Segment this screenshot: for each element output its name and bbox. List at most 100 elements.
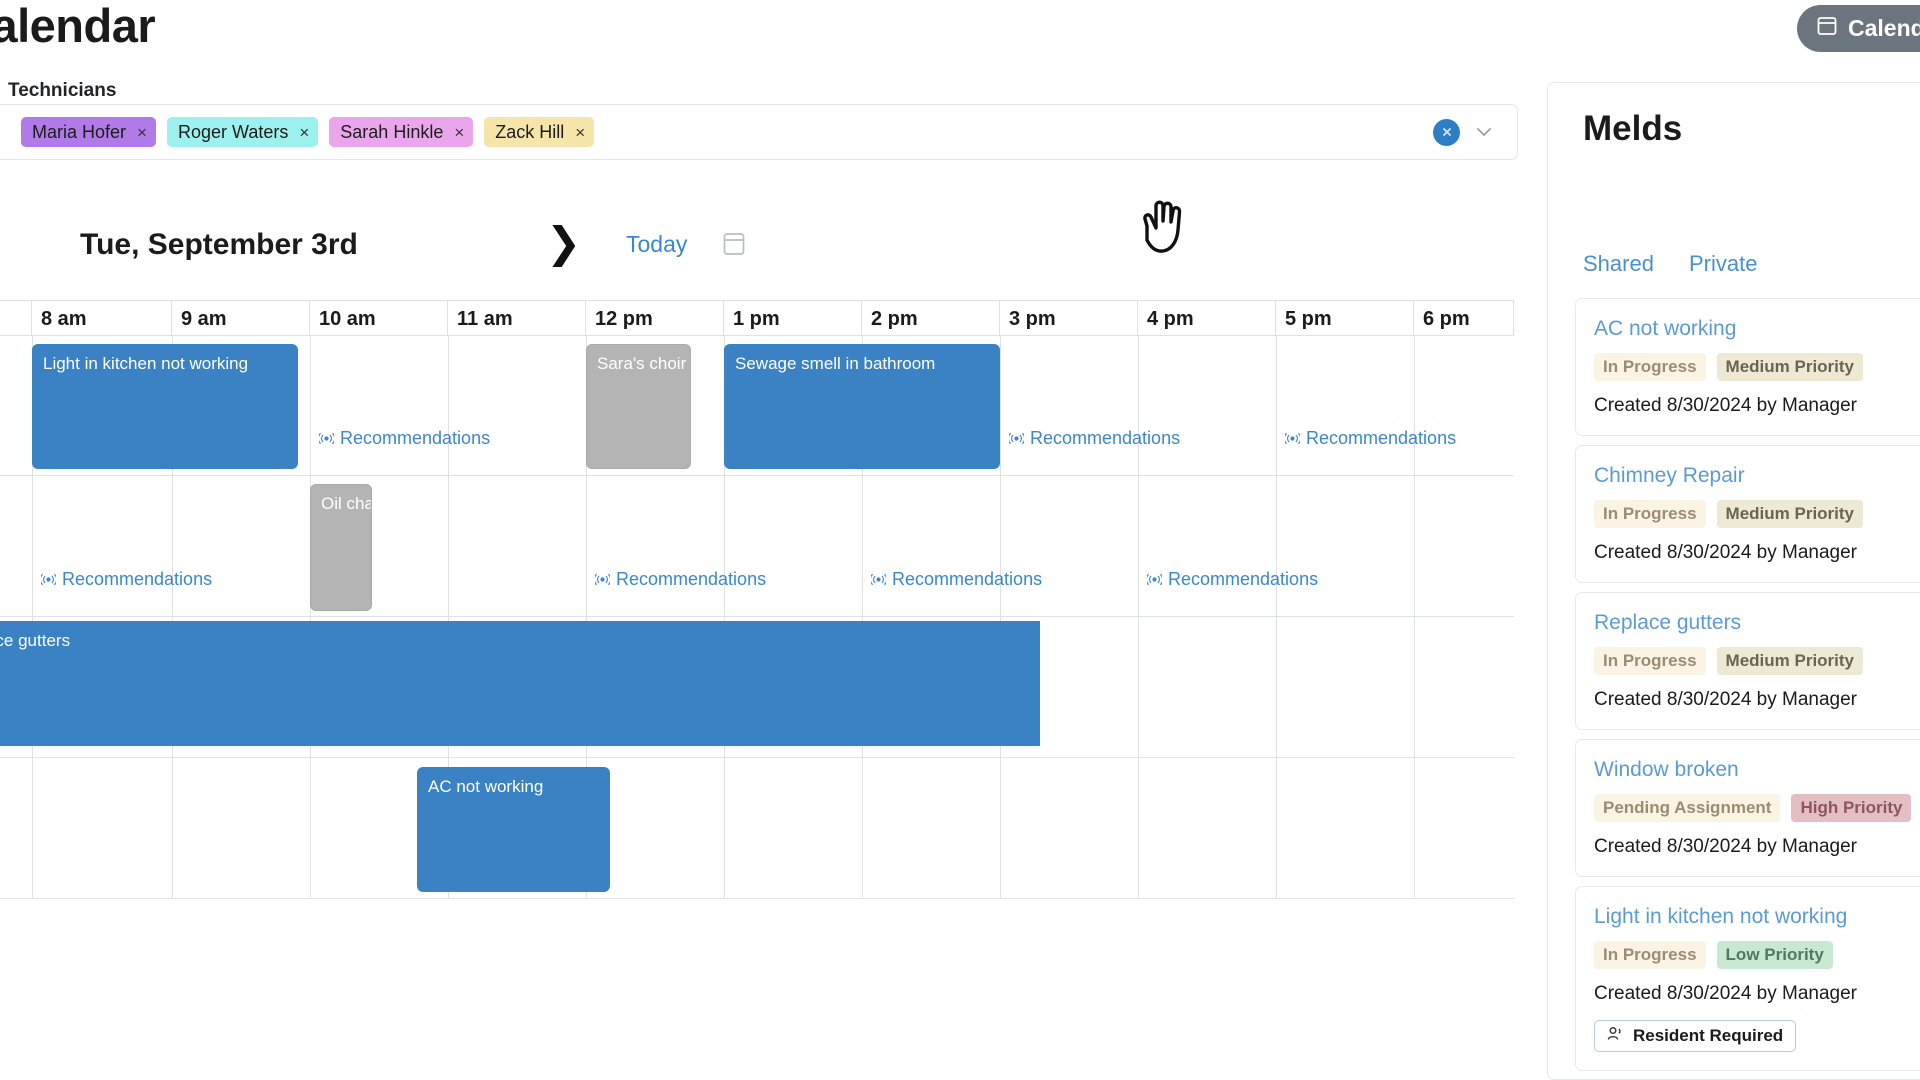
calendar-hour-divider — [172, 758, 173, 898]
meld-created-text: Created 8/30/2024 by Manager — [1594, 542, 1910, 564]
calendar-hour-label: 2 pm — [862, 301, 1000, 337]
resident-required-label: Resident Required — [1633, 1026, 1783, 1046]
calendar-hour-divider — [32, 476, 33, 616]
recommendations-label: Recommendations — [616, 569, 766, 590]
calendar-hour-divider — [1000, 758, 1001, 898]
current-date-title: Tue, September 3rd — [80, 228, 358, 262]
calendar-hour-divider — [310, 336, 311, 475]
calendar-hour-divider — [1138, 476, 1139, 616]
calendar-hour-label: 7 am — [0, 301, 32, 337]
resident-required-badge[interactable]: Resident Required — [1594, 1020, 1796, 1052]
calendar-hour-divider — [1138, 617, 1139, 757]
calendar-technician-row: AC not working — [0, 758, 1514, 899]
meld-card[interactable]: Window broken Pending AssignmentHigh Prio… — [1575, 739, 1920, 877]
broadcast-icon — [595, 573, 610, 586]
recommendations-link[interactable]: Recommendations — [1009, 428, 1180, 449]
calendar-event-title: Replace gutters — [0, 631, 70, 650]
calendar-event[interactable]: Replace gutters — [0, 621, 1040, 746]
meld-created-text: Created 8/30/2024 by Manager — [1594, 395, 1910, 417]
status-badge: In Progress — [1594, 353, 1706, 381]
calendar-hour-divider — [724, 476, 725, 616]
calendar-event-title: Light in kitchen not working — [43, 354, 248, 373]
broadcast-icon — [871, 573, 886, 586]
calendar-hour-divider — [1414, 758, 1415, 898]
close-icon[interactable]: × — [575, 124, 585, 141]
technician-chip-label: Roger Waters — [178, 122, 288, 143]
meld-card[interactable]: Light in kitchen not working In Progress L… — [1575, 886, 1920, 1071]
technicians-label: Technicians — [8, 80, 116, 102]
calendar-hour-divider — [1138, 758, 1139, 898]
recommendations-link[interactable]: Recommendations — [41, 569, 212, 590]
priority-badge: Medium Priority — [1717, 353, 1863, 381]
recommendations-link[interactable]: Recommendations — [871, 569, 1042, 590]
calendar-hour-label: 4 pm — [1138, 301, 1276, 337]
meld-name[interactable]: Window broken — [1594, 758, 1910, 782]
calendar-event[interactable]: Oil chan — [310, 484, 372, 611]
calendar-hour-divider — [448, 476, 449, 616]
broadcast-icon — [41, 573, 56, 586]
meld-card[interactable]: AC not working In Progress Medium Priority… — [1575, 298, 1920, 436]
recommendations-label: Recommendations — [892, 569, 1042, 590]
calendar-hour-label: 3 pm — [1000, 301, 1138, 337]
clear-selection-icon[interactable] — [1433, 119, 1460, 146]
calendar-event-title: AC not working — [428, 777, 543, 796]
meld-name[interactable]: Light in kitchen not working — [1594, 905, 1910, 929]
calendar-event-title: Oil chan — [321, 494, 372, 513]
meld-name[interactable]: Replace gutters — [1594, 611, 1910, 635]
close-icon[interactable]: × — [137, 124, 147, 141]
technician-chip[interactable]: Roger Waters × — [167, 117, 318, 147]
close-icon[interactable]: × — [454, 124, 464, 141]
priority-badge: Low Priority — [1717, 941, 1833, 969]
status-badge: In Progress — [1594, 500, 1706, 528]
calendar-hour-label: 11 am — [448, 301, 586, 337]
recommendations-link[interactable]: Recommendations — [595, 569, 766, 590]
meld-badge-group: In Progress Medium Priority — [1594, 353, 1910, 381]
meld-badge-group: Pending AssignmentHigh Priority — [1594, 794, 1910, 822]
meld-name[interactable]: AC not working — [1594, 317, 1910, 341]
calendar-hour-divider — [310, 758, 311, 898]
calendar-body: Recommendations Recommendations Recommenda… — [0, 336, 1514, 902]
calendar-hour-divider — [1276, 617, 1277, 757]
priority-badge: Medium Priority — [1717, 500, 1863, 528]
status-badge: In Progress — [1594, 941, 1706, 969]
today-button[interactable]: Today — [626, 231, 687, 258]
recommendations-link[interactable]: Recommendations — [1285, 428, 1456, 449]
next-day-button[interactable]: ❯ — [546, 222, 581, 264]
calendar-hour-divider — [1276, 476, 1277, 616]
recommendations-label: Recommendations — [1030, 428, 1180, 449]
date-navigation: Tue, September 3rd ❯ Today — [0, 215, 1520, 287]
meld-card[interactable]: Replace guttersIn ProgressMedium Priorit… — [1575, 592, 1920, 730]
technician-chip[interactable]: Zack Hill × — [484, 117, 594, 147]
melds-tab-shared[interactable]: Shared — [1583, 251, 1654, 277]
calendar-event[interactable]: Sara's choir concert — [586, 344, 691, 469]
recommendations-link[interactable]: Recommendations — [1147, 569, 1318, 590]
calendar-technician-row: Recommendations Recommendations Recommenda… — [0, 336, 1514, 476]
meld-card[interactable]: Chimney Repair In Progress Medium Priority… — [1575, 445, 1920, 583]
technicians-select[interactable]: Maria Hofer×Roger Waters×Sarah Hinkle×Za… — [0, 104, 1518, 160]
meld-badge-group: In Progress Low Priority — [1594, 941, 1910, 969]
calendar-picker-icon[interactable] — [722, 231, 746, 262]
broadcast-icon — [1147, 573, 1162, 586]
close-icon[interactable]: × — [299, 124, 309, 141]
priority-badge: High Priority — [1791, 794, 1911, 822]
calendar-hour-label: 5 pm — [1276, 301, 1414, 337]
technician-chip[interactable]: Maria Hofer× — [21, 117, 156, 147]
calendar-hour-divider — [724, 758, 725, 898]
calendar-technician-row: Replace gutters — [0, 617, 1514, 758]
technician-chip-label: Zack Hill — [495, 122, 564, 143]
calendar-view-button[interactable]: Calendar — [1797, 5, 1920, 52]
chevron-down-icon[interactable] — [1473, 121, 1495, 143]
calendar-hour-label: 6 pm — [1414, 301, 1514, 337]
melds-panel: Melds SharedPrivate AC not workingIn Pro… — [1547, 82, 1920, 1080]
calendar-hour-header: 7 am8 am9 am10 am11 am12 pm1 pm2 pm3 pm4… — [0, 300, 1514, 336]
technician-chip[interactable]: Sarah Hinkle× — [329, 117, 473, 147]
calendar-event[interactable]: Light in kitchen not working — [32, 344, 298, 469]
broadcast-icon — [319, 432, 334, 445]
status-badge: In Progress — [1594, 647, 1706, 675]
recommendations-link[interactable]: Recommendations — [319, 428, 490, 449]
calendar-event[interactable]: Sewage smell in bathroom — [724, 344, 1000, 469]
calendar-hour-divider — [1414, 617, 1415, 757]
calendar-event[interactable]: AC not working — [417, 767, 610, 892]
melds-tab-private[interactable]: Private — [1689, 251, 1757, 277]
meld-name[interactable]: Chimney Repair — [1594, 464, 1910, 488]
